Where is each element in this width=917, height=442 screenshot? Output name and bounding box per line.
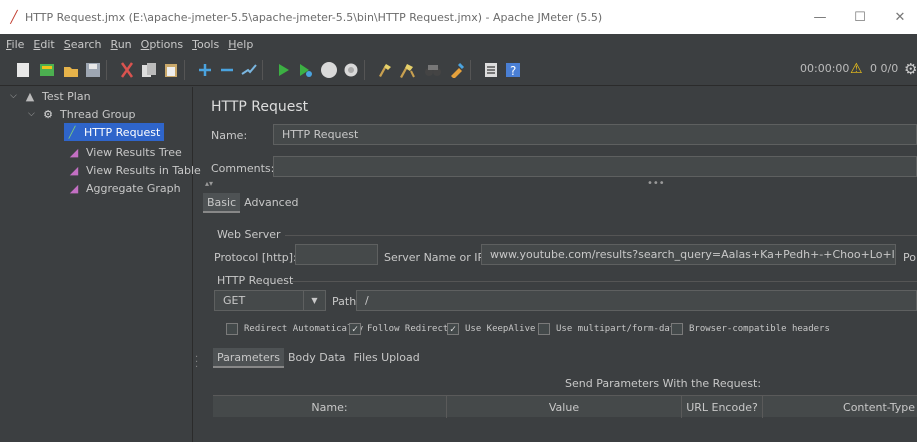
window-title: HTTP Request.jmx (E:\apache-jmeter-5.5\a… [25,10,603,24]
flask-icon: ▲ [25,89,35,103]
web-server-group-label: Web Server [217,228,281,241]
menu-search[interactable]: Search [64,38,102,51]
tree-item-test-plan[interactable]: ⌵ ▲ Test Plan [10,87,91,105]
http-request-panel: HTTP Request Name: HTTP Request Comments… [201,87,917,442]
clear-icon[interactable] [376,61,394,79]
templates-icon[interactable] [38,61,56,79]
close-button[interactable]: ✕ [880,0,917,34]
tree-item-view-results-tree[interactable]: ◢ View Results Tree [66,143,182,161]
minimize-button[interactable]: — [800,0,840,34]
chevron-down-icon[interactable]: ⌵ [28,109,40,119]
name-field[interactable]: HTTP Request [273,124,917,145]
chart-icon: ◢ [69,181,79,195]
comments-label: Comments: [211,162,275,175]
svg-text:?: ? [510,64,516,78]
open-icon[interactable] [62,61,80,79]
log-viewer-gear-icon[interactable]: ⚙ [904,60,917,78]
clear-all-icon[interactable] [398,61,416,79]
elapsed-timer: 00:00:00 [800,62,850,75]
thread-count: 0 0/0 [870,62,899,75]
menu-bar: File Edit Search Run Options Tools Help [0,34,917,54]
tab-advanced[interactable]: Advanced [240,193,302,213]
warning-icon[interactable]: ⚠ [850,61,863,77]
browser-compatible-headers-checkbox[interactable]: Browser-compatible headers [671,323,830,335]
comments-field[interactable] [273,156,917,177]
start-icon[interactable] [274,61,292,79]
use-multipart-checkbox[interactable]: Use multipart/form-data [538,323,681,335]
server-name-label: Server Name or IP: [384,251,488,264]
reset-search-icon[interactable] [448,61,466,79]
column-header-name[interactable]: Name: [213,396,447,418]
paste-icon[interactable] [162,61,180,79]
column-header-content-type[interactable]: Content-Type [763,396,917,418]
toggle-icon[interactable] [240,61,258,79]
menu-options[interactable]: Options [141,38,183,51]
chevron-down-icon[interactable]: ⌵ [10,91,22,101]
test-plan-tree: ⌵ ▲ Test Plan ⌵ ⚙ Thread Group ╱ HTTP Re… [0,87,201,442]
use-keepalive-checkbox[interactable]: ✓ Use KeepAlive [447,323,535,335]
checkbox-unchecked[interactable] [538,323,550,335]
search-binoculars-icon[interactable] [424,61,442,79]
copy-icon[interactable] [140,61,158,79]
horizontal-splitter[interactable]: ▴▾ ••• [201,178,917,189]
menu-file[interactable]: File [6,38,24,51]
menu-tools[interactable]: Tools [192,38,219,51]
chart-icon: ◢ [69,163,79,177]
chevron-down-icon[interactable]: ▼ [303,291,325,310]
http-request-group-label: HTTP Request [217,274,294,287]
function-helper-icon[interactable] [482,61,500,79]
tab-parameters[interactable]: Parameters [213,348,284,368]
help-icon[interactable]: ? [504,61,522,79]
stop-icon[interactable] [320,61,338,79]
basic-advanced-tabs: Basic Advanced [203,193,302,213]
menu-run[interactable]: Run [111,38,132,51]
chart-icon: ◢ [69,145,79,159]
new-icon[interactable] [14,61,32,79]
tree-item-view-results-table[interactable]: ◢ View Results in Table [66,161,201,179]
parameters-table-header: Name: Value URL Encode? Content-Type [213,395,917,418]
window-titlebar: ╱ HTTP Request.jmx (E:\apache-jmeter-5.5… [0,0,917,34]
save-icon[interactable] [84,61,102,79]
jmeter-feather-icon: ╱ [10,10,18,24]
checkmark-icon[interactable]: ✓ [447,323,459,335]
protocol-label: Protocol [http]: [214,251,297,264]
vertical-splitter-handle[interactable]: · · · [195,353,198,373]
shutdown-icon[interactable] [342,61,360,79]
redirect-automatically-checkbox[interactable]: Redirect Automatically [226,323,363,335]
parameters-table-caption: Send Parameters With the Request: [565,377,762,390]
follow-redirects-checkbox[interactable]: ✓ Follow Redirects [349,323,454,335]
start-no-pauses-icon[interactable] [296,61,314,79]
name-label: Name: [211,129,248,142]
toolbar: ? 00:00:00 ⚠ 0 0/0 ⚙ [0,54,917,86]
checkbox-unchecked[interactable] [226,323,238,335]
tab-files-upload[interactable]: Files Upload [350,348,424,368]
tab-body-data[interactable]: Body Data [284,348,350,368]
tab-basic[interactable]: Basic [203,193,241,213]
port-label: Po [903,251,916,264]
path-field[interactable]: / [356,290,917,311]
protocol-field[interactable] [295,244,378,265]
expand-icon[interactable] [196,61,214,79]
menu-help[interactable]: Help [228,38,253,51]
method-select[interactable]: GET ▼ [214,290,326,311]
tree-item-http-request[interactable]: ╱ HTTP Request [64,123,165,141]
collapse-icon[interactable] [218,61,236,79]
tree-item-aggregate-graph[interactable]: ◢ Aggregate Graph [66,179,181,197]
server-name-field[interactable]: www.youtube.com/results?search_query=Aal… [481,244,896,265]
parameters-tabs: Parameters Body Data Files Upload [213,348,424,368]
panel-title: HTTP Request [211,99,309,115]
tree-item-thread-group[interactable]: ⌵ ⚙ Thread Group [28,105,135,123]
column-header-url-encode[interactable]: URL Encode? [682,396,763,418]
checkmark-icon[interactable]: ✓ [349,323,361,335]
menu-edit[interactable]: Edit [33,38,54,51]
checkbox-unchecked[interactable] [671,323,683,335]
gear-icon: ⚙ [43,107,53,121]
cut-icon[interactable] [118,61,136,79]
pen-icon: ╱ [68,125,76,139]
column-header-value[interactable]: Value [447,396,682,418]
maximize-button[interactable]: ☐ [840,0,880,34]
